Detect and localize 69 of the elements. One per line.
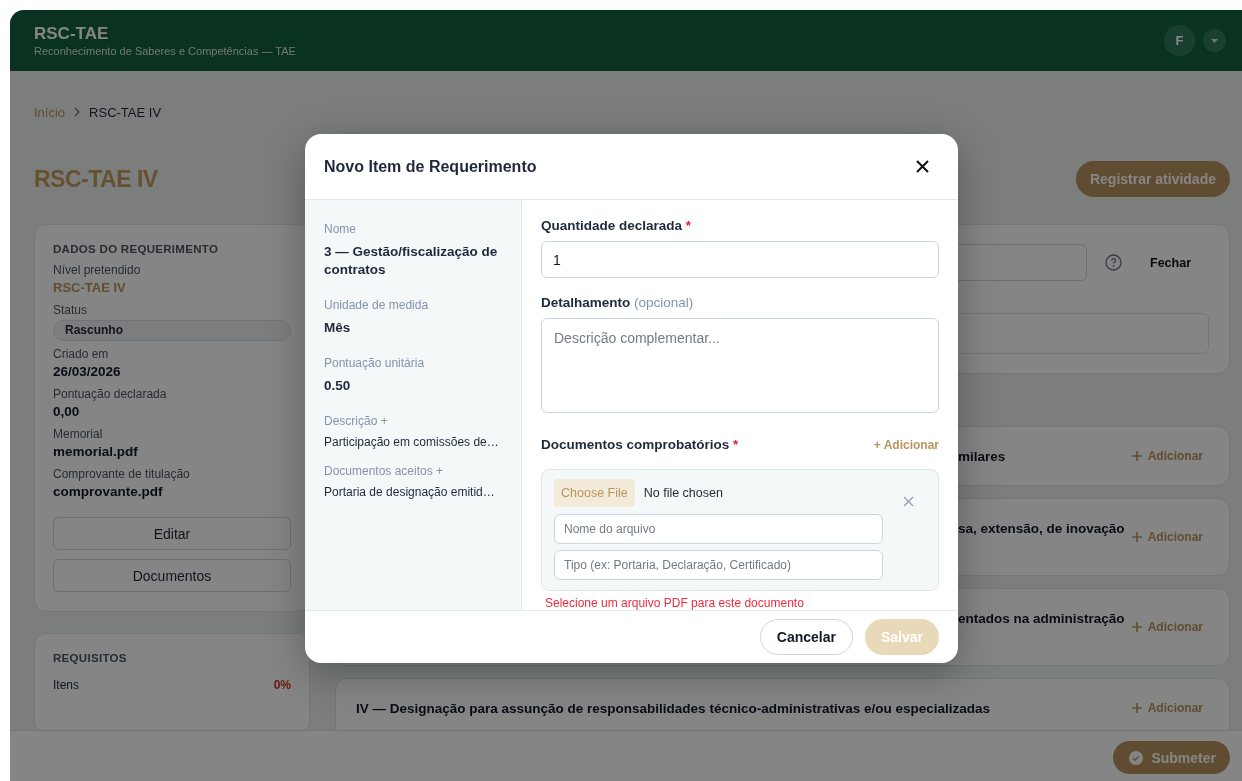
detail-value: Portaria de designação emitid… — [324, 484, 496, 501]
file-status: No file chosen — [643, 486, 723, 500]
add-button[interactable]: Adicionar — [1124, 529, 1209, 545]
cancel-button[interactable]: Cancelar — [759, 619, 853, 655]
field-value: 26/03/2026 — [53, 363, 122, 381]
field-label: Nível pretendido — [53, 263, 142, 278]
card-title: DADOS DO REQUERIMENTO — [53, 243, 220, 255]
status-badge: Rascunho — [53, 320, 291, 341]
dialog-title: Novo Item de Requerimento — [324, 157, 537, 176]
detail-value: 0.50 — [324, 377, 352, 395]
section-title: milares — [958, 448, 1006, 464]
file-name-field[interactable]: Nome do arquivo — [554, 514, 883, 544]
add-button[interactable]: Adicionar — [1124, 700, 1209, 716]
account-menu-button[interactable] — [1203, 29, 1226, 52]
detail-label: Descrição + — [324, 414, 389, 429]
error-message: Selecione um arquivo PDF para este documento — [544, 596, 805, 610]
requirement-percent: 0% — [273, 678, 291, 692]
field-value: 0,00 — [53, 403, 81, 421]
plus-icon — [1130, 702, 1143, 714]
user-avatar[interactable]: F — [1164, 25, 1195, 56]
detail-label: Documentos aceitos + — [324, 464, 445, 479]
plus-icon — [1130, 450, 1143, 462]
field-label: Quantidade declarada * — [541, 217, 693, 235]
page-title: RSC-TAE IV — [34, 165, 158, 193]
detail-label: Nome — [324, 222, 357, 237]
requirement-label: Itens — [53, 678, 79, 692]
help-icon[interactable] — [1105, 254, 1122, 271]
document-type-field[interactable]: Tipo (ex: Portaria, Declaração, Certificado) — [554, 550, 883, 580]
field-label: Detalhamento (opcional) — [541, 294, 695, 312]
section-title: entados na administração — [958, 611, 1125, 626]
field-label: Criado em — [53, 347, 110, 362]
field-label: Comprovante de titulação — [53, 467, 191, 482]
breadcrumb-link[interactable]: Início — [34, 104, 66, 120]
plus-icon — [1130, 621, 1143, 633]
submit-button[interactable]: Submeter — [1113, 741, 1230, 774]
field-label: Pontuação declarada — [53, 387, 168, 402]
app-title: RSC-TAE — [34, 23, 110, 44]
section-title: IV — Designação para assunção de responsabilidades técnico-administrativas e/ou especializadas — [356, 700, 990, 716]
detail-label: Unidade de medida — [324, 298, 430, 313]
add-document-button[interactable]: + Adicionar — [873, 438, 939, 452]
action-button[interactable]: Editar — [53, 517, 291, 550]
choose-file-button[interactable]: Choose File — [554, 479, 635, 507]
detail-value: Mês — [324, 319, 352, 337]
field-value: comprovante.pdf — [53, 483, 164, 501]
register-button[interactable]: Registrar atividade — [1075, 161, 1230, 197]
field-label: Memorial — [53, 427, 104, 442]
quantity-field[interactable]: 1 — [541, 241, 939, 278]
caret-icon — [1211, 38, 1218, 43]
section-title: sa, extensão, de inovação — [958, 521, 1125, 536]
card-title: REQUISITOS — [53, 652, 128, 664]
field-value: RSC-TAE IV — [53, 279, 127, 297]
plus-icon — [1130, 531, 1143, 543]
check-icon — [1129, 750, 1144, 765]
detail-value: Participação em comissões de… — [324, 434, 500, 451]
detail-field[interactable]: Descrição complementar... — [541, 318, 939, 413]
action-button[interactable]: Documentos — [53, 559, 291, 592]
add-button[interactable]: Adicionar — [1124, 619, 1209, 635]
detail-value: 3 — Gestão/fiscalização de contratos — [324, 243, 499, 279]
close-button[interactable]: Fechar — [1144, 254, 1197, 271]
close-icon — [916, 160, 929, 173]
breadcrumb-current: RSC-TAE IV — [89, 104, 162, 120]
close-icon — [903, 496, 914, 507]
detail-label: Pontuação unitária — [324, 356, 426, 371]
field-label: Status — [53, 303, 89, 318]
chevron-icon — [73, 107, 82, 117]
add-button[interactable]: Adicionar — [1124, 448, 1209, 464]
app-subtitle: Reconhecimento de Saberes e Competências — TAE — [34, 43, 296, 58]
field-value: memorial.pdf — [53, 443, 139, 461]
field-label: Documentos comprobatórios * — [541, 436, 739, 454]
